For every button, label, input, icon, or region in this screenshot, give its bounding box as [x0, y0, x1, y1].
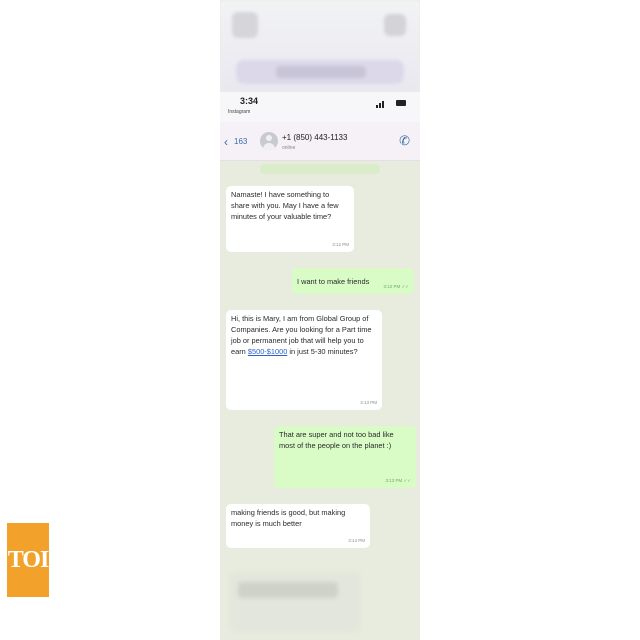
outgoing-message[interactable]: I want to make friends 3:12 PM ✓✓ [292, 268, 414, 294]
incoming-message[interactable]: making friends is good, but making money… [226, 504, 370, 548]
battery-icon [396, 100, 406, 106]
message-time: 3:13 PM [360, 400, 377, 405]
blurred-previous-screen [220, 0, 420, 92]
incoming-message[interactable]: Hi, this is Mary, I am from Global Group… [226, 310, 382, 410]
blurred-search-bar [236, 60, 404, 84]
message-time: 3:13 PM ✓✓ [385, 478, 411, 483]
message-text: making friends is good, but making money… [231, 508, 346, 528]
back-chevron-icon[interactable]: ‹ [224, 135, 228, 149]
message-time: 3:12 PM [332, 242, 349, 247]
message-text: That are super and not too bad like most… [279, 430, 394, 450]
phone-call-icon[interactable]: ✆ [399, 133, 410, 149]
contact-name[interactable]: +1 (850) 443-1133 [282, 133, 347, 142]
status-carrier: Instagram [228, 109, 251, 115]
status-time: 3:34 [240, 96, 259, 106]
blurred-app-icon [384, 14, 406, 36]
message-text: I want to make friends [297, 277, 370, 286]
outgoing-message[interactable]: That are super and not too bad like most… [274, 426, 416, 488]
blurred-message [230, 572, 360, 632]
phone-screenshot: 3:34 Instagram ‹ 163 +1 (850) 443-1133 o… [220, 0, 420, 640]
back-unread-count[interactable]: 163 [234, 137, 247, 146]
avatar[interactable] [260, 132, 278, 150]
blurred-app-icon [232, 12, 258, 38]
message-time: 3:14 PM [348, 538, 365, 543]
toi-logo-text: TOI [7, 546, 50, 573]
incoming-message[interactable]: Namaste! I have something to share with … [226, 186, 354, 252]
message-time: 3:12 PM ✓✓ [383, 284, 409, 289]
message-text: in just 5-30 minutes? [287, 347, 358, 356]
contact-status: online [282, 145, 296, 151]
toi-logo: TOI [7, 523, 49, 597]
date-separator [260, 164, 380, 174]
message-list: Namaste! I have something to share with … [220, 160, 420, 640]
status-bar: 3:34 Instagram [220, 92, 420, 122]
message-text: Namaste! I have something to share with … [231, 190, 339, 221]
message-link[interactable]: $500-$1000 [248, 347, 287, 356]
chat-header: ‹ 163 +1 (850) 443-1133 online ✆ [220, 122, 420, 161]
